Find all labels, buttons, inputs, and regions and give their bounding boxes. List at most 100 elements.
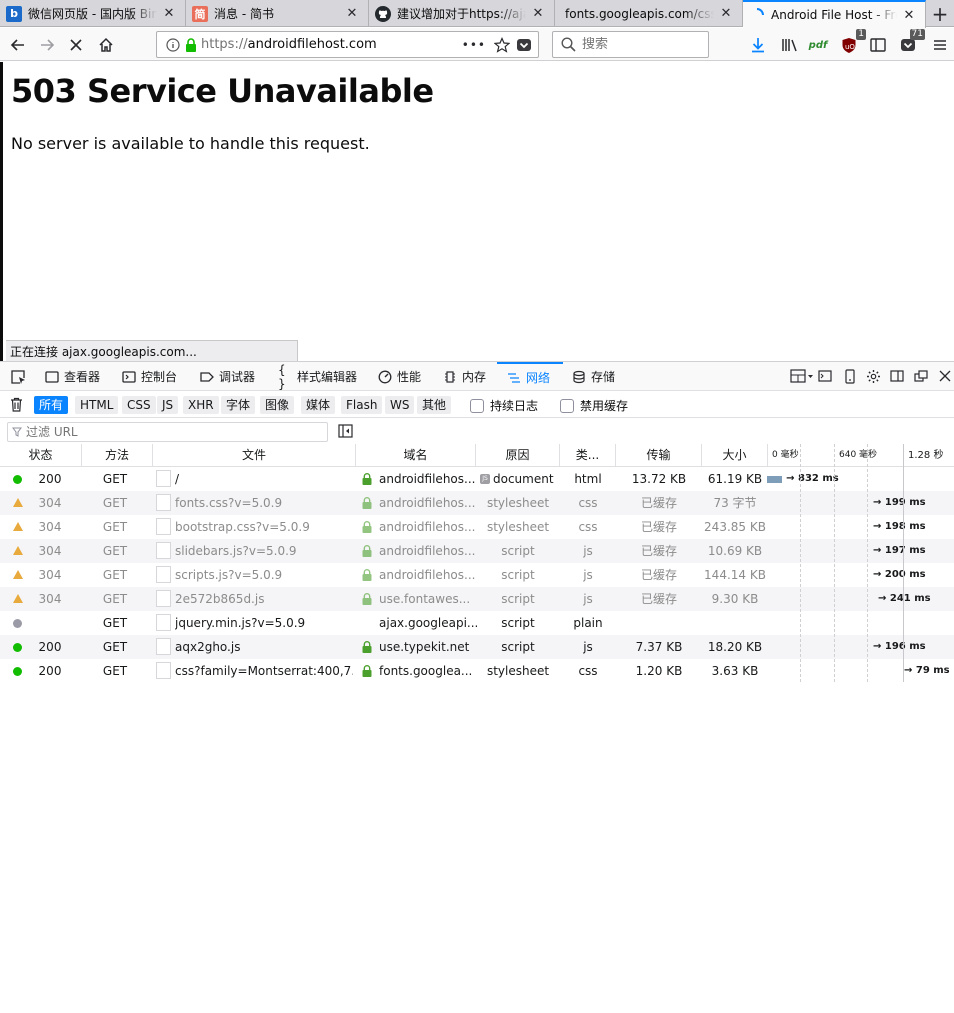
checkbox-box[interactable] xyxy=(560,398,574,413)
tab-style-editor[interactable]: { } 样式编辑器 xyxy=(278,362,357,391)
url-filter-field[interactable] xyxy=(7,422,328,442)
forward-button[interactable] xyxy=(34,32,60,58)
element-picker-button[interactable] xyxy=(10,362,26,391)
settings-button[interactable] xyxy=(865,368,881,384)
transferred-size xyxy=(616,611,702,635)
url-bar[interactable]: https://androidfilehost.com ••• xyxy=(156,31,539,58)
menu-button[interactable] xyxy=(927,32,953,58)
table-row[interactable]: 200 GET css?family=Montserrat:400,7... font… xyxy=(0,659,954,683)
filter-xhr[interactable]: XHR xyxy=(183,396,219,414)
filter-html[interactable]: HTML xyxy=(75,396,119,414)
info-icon[interactable] xyxy=(166,37,180,52)
tab-storage[interactable]: 存储 xyxy=(572,362,615,391)
home-button[interactable] xyxy=(93,32,119,58)
bookmark-star-icon[interactable] xyxy=(494,36,510,53)
frame-selector-button[interactable] xyxy=(789,368,815,384)
status-code: 304 xyxy=(38,544,62,558)
file-thumbnail-icon xyxy=(156,614,171,631)
search-input[interactable] xyxy=(582,37,692,52)
table-row[interactable]: 304 GET fonts.css?v=5.0.9 androidfilehos...… xyxy=(0,491,954,515)
devtools-toolbar: 查看器 控制台 调试器 { } 样式编辑器 性能 内存 网络 存储 xyxy=(0,362,954,391)
new-tab-button[interactable]: + xyxy=(926,0,954,27)
request-method: GET xyxy=(102,472,128,486)
table-row[interactable]: 304 GET scripts.js?v=5.0.9 androidfilehos..… xyxy=(0,563,954,587)
pocket-button[interactable]: 71 xyxy=(895,29,925,58)
table-row[interactable]: 304 GET bootstrap.css?v=5.0.9 androidfileho… xyxy=(0,515,954,539)
url-filter-input[interactable] xyxy=(26,425,316,439)
tab-network[interactable]: 网络 xyxy=(497,362,563,391)
timeline-tick-1280: 1.28 秒 xyxy=(908,450,944,461)
column-size[interactable]: 大小 xyxy=(702,444,768,467)
ublock-button[interactable]: uO 1 xyxy=(836,29,866,58)
tab-inspector[interactable]: 查看器 xyxy=(45,362,100,391)
sidebar-button[interactable] xyxy=(865,32,891,58)
close-devtools-button[interactable] xyxy=(937,368,953,384)
pocket-save-icon[interactable] xyxy=(516,37,532,53)
download-icon xyxy=(752,38,764,53)
stop-button[interactable] xyxy=(63,32,89,58)
page-heading: 503 Service Unavailable xyxy=(11,72,434,110)
disable-cache-checkbox[interactable]: 禁用缓存 xyxy=(560,397,628,414)
close-tab-icon[interactable]: ✕ xyxy=(901,8,917,23)
library-button[interactable] xyxy=(777,32,803,58)
request-type-filter-bar: 所有 HTML CSS JS XHR 字体 图像 媒体 Flash WS 其他 … xyxy=(0,391,954,418)
status-code xyxy=(30,611,70,635)
browser-tab-github[interactable]: 建议增加对于https://ajax ✕ xyxy=(369,0,555,27)
toggle-sidebar-button[interactable] xyxy=(338,424,353,441)
column-status[interactable]: 状态 xyxy=(0,444,82,467)
browser-tab-fonts[interactable]: fonts.googleapis.com/css? ✕ xyxy=(555,0,743,27)
file-name: aqx2gho.js xyxy=(175,640,241,654)
table-row[interactable]: GET jquery.min.js?v=5.0.9 ajax.googleapi..… xyxy=(0,611,954,635)
filter-media[interactable]: 媒体 xyxy=(301,396,336,414)
table-header: 状态 方法 文件 域名 原因 类... 传输 大小 0 毫秒 640 毫秒 1.… xyxy=(0,444,954,467)
filter-flash[interactable]: Flash xyxy=(341,396,383,414)
table-row[interactable]: 304 GET slidebars.js?v=5.0.9 androidfilehos… xyxy=(0,539,954,563)
filter-css[interactable]: CSS xyxy=(122,396,156,414)
table-row[interactable]: 200 GET aqx2gho.js use.typekit.net script js 7… xyxy=(0,635,954,659)
close-tab-icon[interactable]: ✕ xyxy=(161,6,177,21)
browser-tab-bing[interactable]: b 微信网页版 - 国内版 Bing ✕ xyxy=(0,0,186,27)
back-button[interactable] xyxy=(5,32,31,58)
dock-side-button[interactable] xyxy=(889,368,905,384)
undock-button[interactable] xyxy=(913,368,929,384)
filter-all[interactable]: 所有 xyxy=(34,396,69,414)
column-method[interactable]: 方法 xyxy=(82,444,153,467)
column-type[interactable]: 类... xyxy=(560,444,616,467)
close-tab-icon[interactable]: ✕ xyxy=(718,6,734,21)
tab-title: fonts.googleapis.com/css? xyxy=(565,6,714,21)
downloads-button[interactable] xyxy=(745,32,771,58)
pdf-extension-button[interactable]: pdf xyxy=(805,32,831,58)
search-bar[interactable] xyxy=(552,31,709,58)
column-domain[interactable]: 域名 xyxy=(356,444,476,467)
domain-name: fonts.googlea... xyxy=(379,664,473,678)
responsive-design-button[interactable] xyxy=(842,368,858,384)
column-file[interactable]: 文件 xyxy=(153,444,356,467)
scratchpad-button[interactable] xyxy=(817,368,833,384)
close-tab-icon[interactable]: ✕ xyxy=(530,6,546,21)
file-name: bootstrap.css?v=5.0.9 xyxy=(175,520,310,534)
tab-performance[interactable]: 性能 xyxy=(378,362,421,391)
tab-debugger[interactable]: 调试器 xyxy=(200,362,255,391)
filter-ws[interactable]: WS xyxy=(385,396,415,414)
request-cause: script xyxy=(501,592,535,606)
tab-memory[interactable]: 内存 xyxy=(443,362,486,391)
lock-icon[interactable] xyxy=(185,37,197,52)
filter-images[interactable]: 图像 xyxy=(260,396,295,414)
tab-console[interactable]: 控制台 xyxy=(122,362,177,391)
checkbox-box[interactable] xyxy=(470,398,484,413)
status-code: 200 xyxy=(38,664,62,678)
filter-fonts[interactable]: 字体 xyxy=(221,396,256,414)
browser-tab-androidfilehost[interactable]: Android File Host - Free ✕ xyxy=(743,0,926,28)
column-transferred[interactable]: 传输 xyxy=(616,444,702,467)
filter-other[interactable]: 其他 xyxy=(417,396,452,414)
table-row[interactable]: 200 GET / androidfilehos... JS document html 13… xyxy=(0,467,954,491)
table-row[interactable]: 304 GET 2e572b865d.js use.fontawes... script… xyxy=(0,587,954,611)
page-actions-button[interactable]: ••• xyxy=(462,38,486,52)
persist-logs-checkbox[interactable]: 持续日志 xyxy=(470,397,538,414)
clear-requests-button[interactable] xyxy=(10,397,23,415)
close-tab-icon[interactable]: ✕ xyxy=(344,6,360,21)
column-cause[interactable]: 原因 xyxy=(476,444,560,467)
status-cached-icon xyxy=(13,522,23,531)
browser-tab-jianshu[interactable]: 简 消息 - 简书 ✕ xyxy=(186,0,369,27)
filter-js[interactable]: JS xyxy=(157,396,179,414)
